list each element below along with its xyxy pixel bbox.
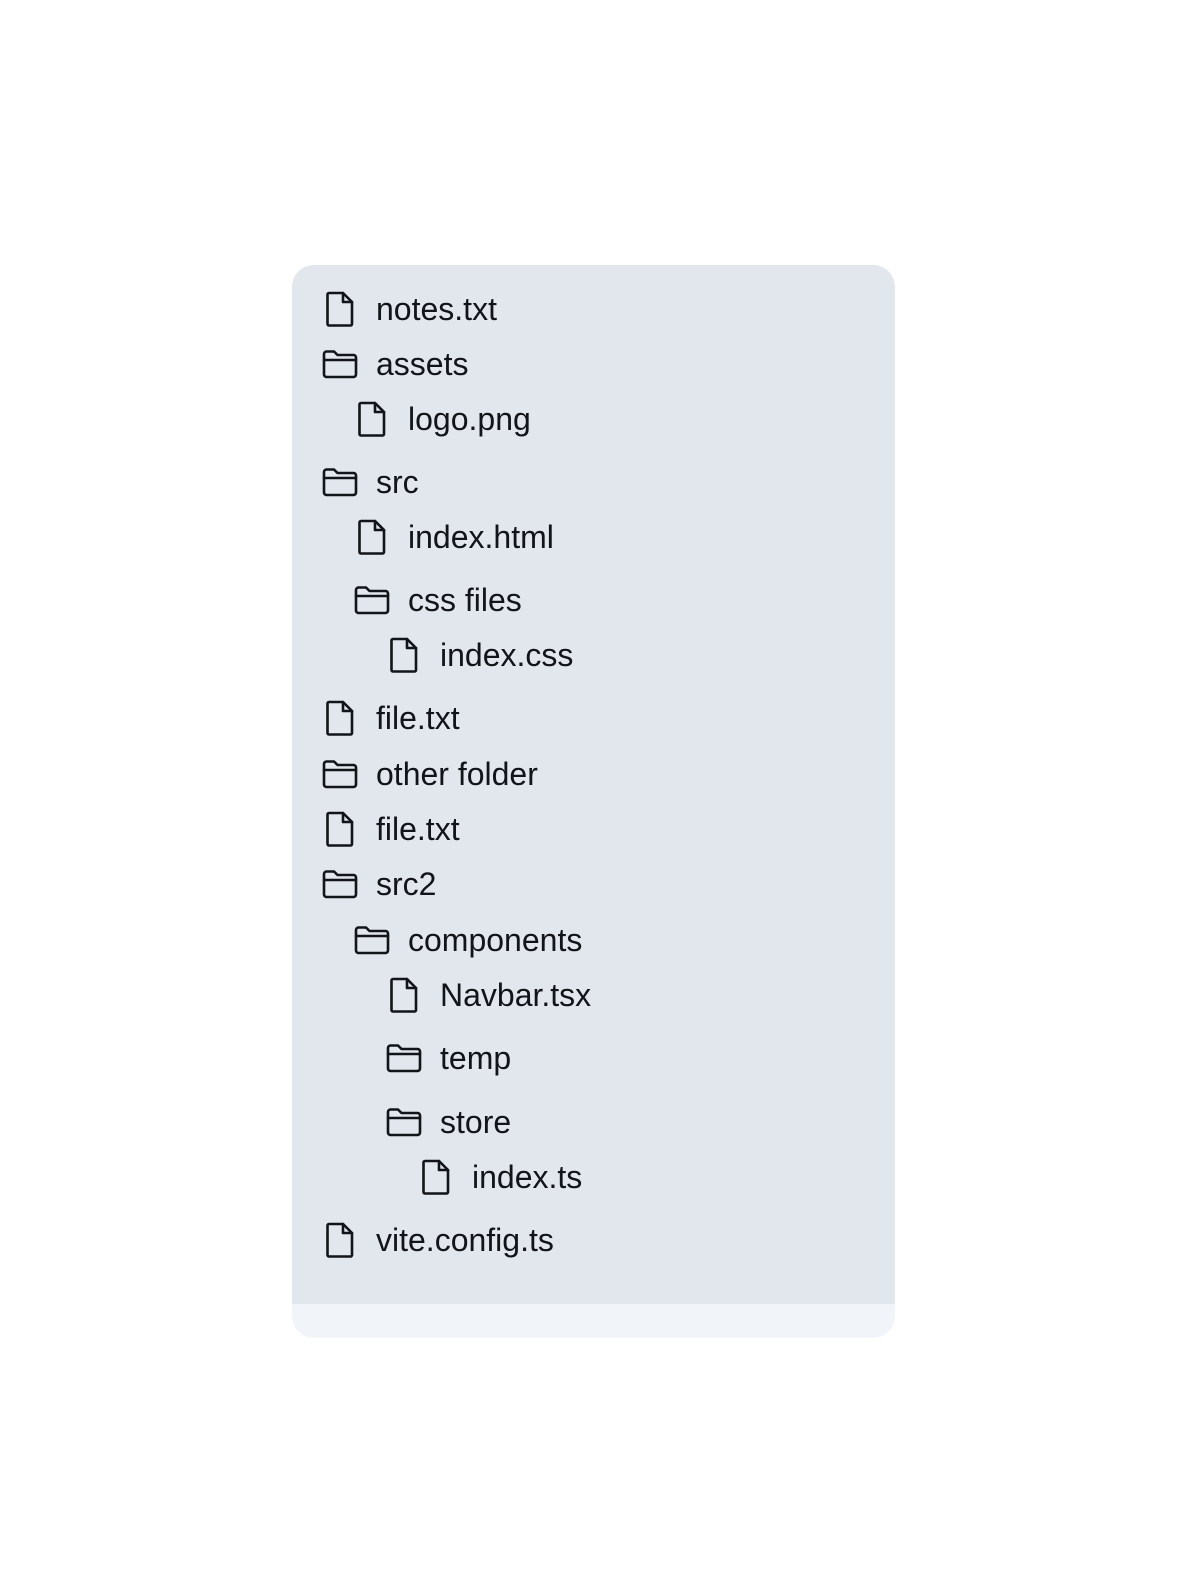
tree-file-item[interactable]: file.txt (322, 692, 460, 744)
tree-item-label: src2 (376, 866, 437, 902)
tree-file-item[interactable]: notes.txt (322, 283, 497, 335)
file-icon (386, 975, 422, 1015)
tree-file-item[interactable]: index.css (386, 629, 573, 681)
tree-folder-item[interactable]: css files (354, 574, 522, 626)
tree-folder-item[interactable]: assets (322, 338, 468, 390)
file-icon (354, 399, 390, 439)
tree-folder-item[interactable]: src2 (322, 858, 436, 910)
file-tree-panel: notes.txt assets logo.png src index.html css … (292, 265, 895, 1338)
tree-file-item[interactable]: index.ts (418, 1151, 582, 1203)
tree-file-item[interactable]: vite.config.ts (322, 1214, 554, 1266)
tree-item-label: index.ts (472, 1159, 583, 1195)
folder-icon (354, 580, 390, 620)
tree-item-label: notes.txt (376, 291, 497, 327)
folder-icon (322, 864, 358, 904)
tree-item-label: file.txt (376, 700, 460, 736)
tree-folder-item[interactable]: other folder (322, 748, 538, 800)
folder-icon (322, 754, 358, 794)
folder-icon (354, 920, 390, 960)
tree-item-label: assets (376, 346, 469, 382)
folder-icon (322, 344, 358, 384)
tree-folder-item[interactable]: src (322, 456, 419, 508)
file-tree: notes.txt assets logo.png src index.html css … (292, 265, 895, 1304)
tree-item-label: store (440, 1104, 512, 1140)
tree-file-item[interactable]: file.txt (322, 803, 460, 855)
file-icon (354, 517, 390, 557)
tree-item-label: index.css (440, 637, 574, 673)
tree-item-label: file.txt (376, 811, 460, 847)
file-icon (386, 635, 422, 675)
tree-item-label: logo.png (408, 401, 531, 437)
file-icon (418, 1157, 454, 1197)
tree-file-item[interactable]: logo.png (354, 393, 531, 445)
file-icon (322, 698, 358, 738)
tree-item-label: src (376, 464, 419, 500)
tree-folder-item[interactable]: store (386, 1096, 511, 1148)
tree-item-label: index.html (408, 519, 554, 555)
tree-folder-item[interactable]: components (354, 914, 582, 966)
tree-item-label: css files (408, 582, 522, 618)
tree-item-label: other folder (376, 756, 538, 792)
file-icon (322, 809, 358, 849)
tree-folder-item[interactable]: temp (386, 1032, 511, 1084)
tree-item-label: temp (440, 1040, 512, 1076)
tree-item-label: Navbar.tsx (440, 977, 592, 1013)
tree-file-item[interactable]: index.html (354, 511, 554, 563)
folder-icon (386, 1038, 422, 1078)
folder-icon (322, 462, 358, 502)
tree-item-label: components (408, 922, 583, 958)
tree-file-item[interactable]: Navbar.tsx (386, 969, 591, 1021)
file-icon (322, 289, 358, 329)
folder-icon (386, 1102, 422, 1142)
file-icon (322, 1220, 358, 1260)
tree-item-label: vite.config.ts (376, 1222, 554, 1258)
